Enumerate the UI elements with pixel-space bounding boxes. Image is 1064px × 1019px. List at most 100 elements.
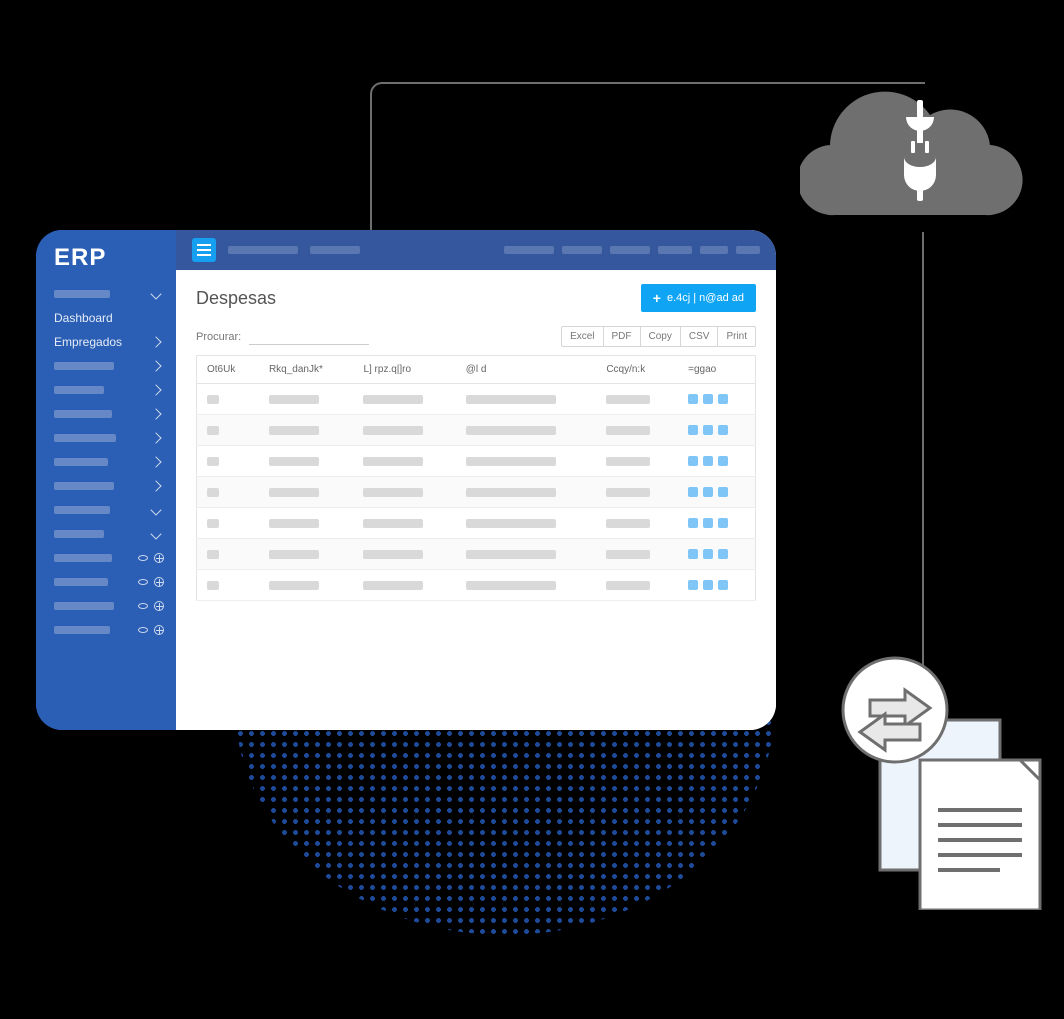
search-label: Procurar: bbox=[196, 331, 241, 343]
action-button[interactable] bbox=[718, 425, 728, 435]
cell-placeholder bbox=[363, 488, 423, 497]
action-button[interactable] bbox=[688, 425, 698, 435]
action-button[interactable] bbox=[703, 394, 713, 404]
table-row[interactable] bbox=[197, 415, 756, 446]
action-button[interactable] bbox=[688, 456, 698, 466]
export-print-button[interactable]: Print bbox=[717, 326, 756, 347]
column-header-3[interactable]: @l d bbox=[456, 356, 597, 384]
topbar-placeholder bbox=[310, 246, 360, 254]
action-button[interactable] bbox=[703, 425, 713, 435]
cell-placeholder bbox=[606, 550, 650, 559]
sidebar-item-2[interactable]: Empregados bbox=[36, 330, 176, 354]
column-header-0[interactable]: Ot6Uk bbox=[197, 356, 259, 384]
cell-placeholder bbox=[606, 457, 650, 466]
table-row[interactable] bbox=[197, 446, 756, 477]
nav-placeholder bbox=[54, 530, 104, 538]
sidebar-item-5[interactable] bbox=[36, 402, 176, 426]
table-row[interactable] bbox=[197, 384, 756, 415]
row-actions bbox=[688, 425, 745, 435]
cell-placeholder bbox=[363, 581, 423, 590]
nav-placeholder bbox=[54, 578, 108, 586]
cell-placeholder bbox=[363, 426, 423, 435]
plus-circle-icon bbox=[154, 553, 164, 563]
sidebar-item-10[interactable] bbox=[36, 522, 176, 546]
cell-placeholder bbox=[269, 519, 319, 528]
search-input[interactable] bbox=[249, 328, 369, 345]
sidebar-item-6[interactable] bbox=[36, 426, 176, 450]
sidebar-item-12[interactable] bbox=[36, 570, 176, 594]
action-button[interactable] bbox=[688, 518, 698, 528]
action-button[interactable] bbox=[718, 518, 728, 528]
sidebar-item-9[interactable] bbox=[36, 498, 176, 522]
cell-placeholder bbox=[269, 488, 319, 497]
sidebar-item-1[interactable]: Dashboard bbox=[36, 306, 176, 330]
action-button[interactable] bbox=[703, 580, 713, 590]
action-button[interactable] bbox=[718, 394, 728, 404]
column-header-4[interactable]: Ccqy/n:k bbox=[596, 356, 678, 384]
action-button[interactable] bbox=[718, 487, 728, 497]
sidebar-item-8[interactable] bbox=[36, 474, 176, 498]
topbar-placeholder bbox=[658, 246, 692, 254]
sidebar-item-11[interactable] bbox=[36, 546, 176, 570]
action-button[interactable] bbox=[703, 487, 713, 497]
connector-line-vertical bbox=[922, 232, 924, 672]
main-area: Despesas + e.4cj | n@ad ad Procurar: Exc… bbox=[176, 230, 776, 730]
action-button[interactable] bbox=[703, 518, 713, 528]
nav-placeholder bbox=[54, 506, 110, 514]
sidebar-nav: Dashboard Empregados bbox=[36, 282, 176, 642]
cell-placeholder bbox=[207, 488, 219, 497]
add-button-label: e.4cj | n@ad ad bbox=[667, 292, 744, 304]
sidebar-item-label: Empregados bbox=[54, 335, 152, 349]
sidebar-item-0[interactable] bbox=[36, 282, 176, 306]
sync-documents-icon bbox=[820, 650, 1050, 910]
sidebar-item-4[interactable] bbox=[36, 378, 176, 402]
cell-placeholder bbox=[606, 395, 650, 404]
action-button[interactable] bbox=[718, 456, 728, 466]
cell-placeholder bbox=[363, 457, 423, 466]
cell-placeholder bbox=[207, 550, 219, 559]
topbar-right bbox=[504, 246, 760, 254]
add-button[interactable]: + e.4cj | n@ad ad bbox=[641, 284, 756, 312]
table-toolbar: Procurar: ExcelPDFCopyCSVPrint bbox=[196, 326, 756, 347]
plus-icon: + bbox=[653, 290, 661, 306]
action-button[interactable] bbox=[718, 549, 728, 559]
sidebar-item-13[interactable] bbox=[36, 594, 176, 618]
sidebar-item-14[interactable] bbox=[36, 618, 176, 642]
action-button[interactable] bbox=[703, 456, 713, 466]
export-excel-button[interactable]: Excel bbox=[561, 326, 603, 347]
cell-placeholder bbox=[363, 395, 423, 404]
chevron-down-icon bbox=[150, 528, 161, 539]
action-button[interactable] bbox=[688, 580, 698, 590]
topbar-placeholder bbox=[228, 246, 298, 254]
column-header-2[interactable]: L] rpz.q|]ro bbox=[353, 356, 455, 384]
chevron-right-icon bbox=[150, 384, 161, 395]
export-csv-button[interactable]: CSV bbox=[680, 326, 719, 347]
export-pdf-button[interactable]: PDF bbox=[603, 326, 641, 347]
action-button[interactable] bbox=[688, 394, 698, 404]
export-copy-button[interactable]: Copy bbox=[640, 326, 681, 347]
cell-placeholder bbox=[207, 426, 219, 435]
table-row[interactable] bbox=[197, 477, 756, 508]
sidebar-item-7[interactable] bbox=[36, 450, 176, 474]
sidebar-item-3[interactable] bbox=[36, 354, 176, 378]
action-button[interactable] bbox=[718, 580, 728, 590]
action-button[interactable] bbox=[688, 549, 698, 559]
table-row[interactable] bbox=[197, 508, 756, 539]
cell-placeholder bbox=[363, 519, 423, 528]
data-table: Ot6UkRkq_danJk*L] rpz.q|]ro@l dCcqy/n:k=… bbox=[196, 355, 756, 601]
nav-placeholder bbox=[54, 482, 114, 490]
eye-icon bbox=[138, 579, 148, 585]
menu-toggle-button[interactable] bbox=[192, 238, 216, 262]
table-row[interactable] bbox=[197, 539, 756, 570]
column-header-5[interactable]: =ggao bbox=[678, 356, 755, 384]
chevron-right-icon bbox=[150, 408, 161, 419]
chevron-right-icon bbox=[150, 360, 161, 371]
cell-placeholder bbox=[269, 395, 319, 404]
table-row[interactable] bbox=[197, 570, 756, 601]
cell-placeholder bbox=[466, 488, 556, 497]
action-button[interactable] bbox=[703, 549, 713, 559]
nav-placeholder bbox=[54, 554, 112, 562]
column-header-1[interactable]: Rkq_danJk* bbox=[259, 356, 354, 384]
action-button[interactable] bbox=[688, 487, 698, 497]
cell-placeholder bbox=[207, 457, 219, 466]
